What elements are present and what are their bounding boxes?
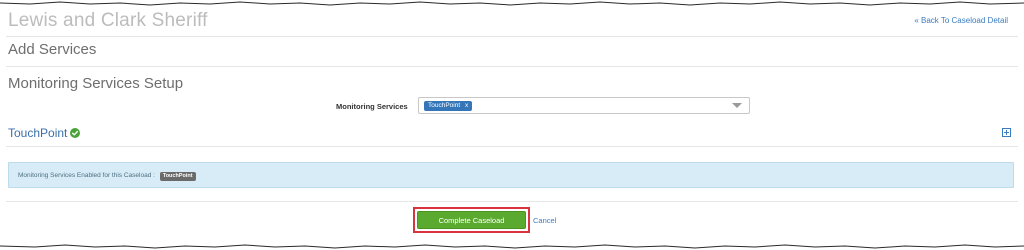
section-title: Add Services [8, 41, 97, 58]
divider [6, 66, 1018, 67]
check-circle-icon [70, 128, 81, 138]
info-alert: Monitoring Services Enabled for this Cas… [8, 162, 1014, 188]
info-message: Monitoring Services Enabled for this Cas… [18, 172, 196, 181]
back-to-caseload-link[interactable]: « Back To Caseload Detail [914, 16, 1008, 25]
monitoring-services-select[interactable]: TouchPoint x [418, 97, 750, 114]
monitoring-services-label: Monitoring Services [336, 102, 408, 111]
page-title: Lewis and Clark Sheriff [8, 10, 208, 31]
plus-square-icon[interactable] [1002, 128, 1011, 137]
enabled-service-badge: TouchPoint [159, 172, 196, 181]
divider [6, 36, 1018, 37]
info-text: Monitoring Services Enabled for this Cas… [18, 172, 155, 179]
touchpoint-title-label: TouchPoint [8, 126, 68, 140]
torn-top-edge [0, 0, 1024, 6]
cancel-link[interactable]: Cancel [533, 216, 556, 225]
complete-caseload-changes-button[interactable]: Complete Caseload Changes [417, 211, 526, 241]
page-frame: Lewis and Clark Sheriff « Back To Caselo… [0, 0, 1024, 250]
divider [6, 201, 1018, 202]
divider [6, 146, 1018, 147]
subsection-title: Monitoring Services Setup [8, 75, 184, 92]
selected-service-tag: TouchPoint x [424, 101, 473, 111]
touchpoint-section-title[interactable]: TouchPoint [8, 126, 81, 140]
torn-bottom-edge [0, 244, 1024, 250]
tag-label: TouchPoint [428, 102, 461, 109]
chevron-down-icon[interactable] [732, 103, 742, 108]
tag-remove-icon[interactable]: x [465, 102, 468, 109]
